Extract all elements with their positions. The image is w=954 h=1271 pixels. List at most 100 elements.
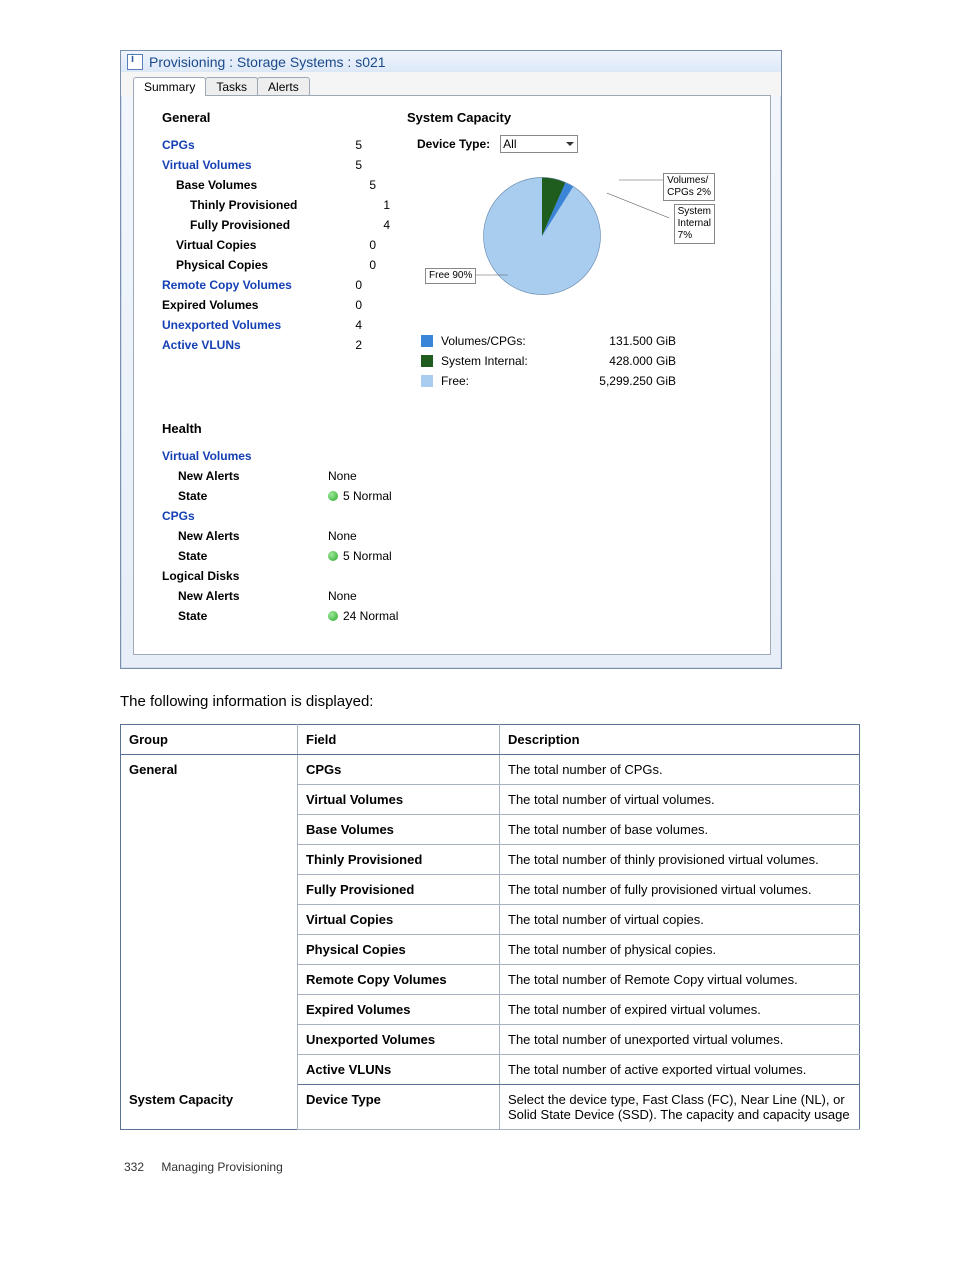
general-label-unexported-volumes[interactable]: Unexported Volumes xyxy=(162,315,332,335)
state-label: State xyxy=(162,486,328,506)
general-row-cpgs: CPGs5 xyxy=(162,135,397,155)
tabs-row: SummaryTasksAlerts xyxy=(121,72,781,96)
general-row-virtual-volumes: Virtual Volumes5 xyxy=(162,155,397,175)
legend-row-system-internal: System Internal:428.000 GiB xyxy=(421,351,750,371)
cell-desc: The total number of virtual copies. xyxy=(500,905,860,935)
cell-field: Expired Volumes xyxy=(298,995,500,1025)
cell-field: Unexported Volumes xyxy=(298,1025,500,1055)
legend-label-free: Free: xyxy=(441,371,566,391)
cell-group xyxy=(121,965,298,995)
general-label-active-vluns[interactable]: Active VLUNs xyxy=(162,335,332,355)
tab-summary[interactable]: Summary xyxy=(133,77,206,96)
cell-field: Device Type xyxy=(298,1085,500,1130)
legend-swatch-system-internal xyxy=(421,355,433,367)
capacity-heading: System Capacity xyxy=(407,110,750,125)
cell-group: General xyxy=(121,755,298,785)
cell-group xyxy=(121,875,298,905)
table-row: System CapacityDevice TypeSelect the dev… xyxy=(121,1085,860,1130)
table-row: GeneralCPGsThe total number of CPGs. xyxy=(121,755,860,785)
cell-desc: The total number of CPGs. xyxy=(500,755,860,785)
general-heading: General xyxy=(162,110,397,125)
legend-swatch-volumes-cpgs xyxy=(421,335,433,347)
titlebar: Provisioning : Storage Systems : s021 xyxy=(121,51,781,72)
general-value-cpgs: 5 xyxy=(332,135,362,155)
table-row: Remote Copy VolumesThe total number of R… xyxy=(121,965,860,995)
cell-group xyxy=(121,905,298,935)
state-label: State xyxy=(162,606,328,626)
general-label-virtual-copies: Virtual Copies xyxy=(162,235,346,255)
health-group-cpgs[interactable]: CPGs xyxy=(162,506,312,526)
cell-field: Active VLUNs xyxy=(298,1055,500,1085)
window-title: Provisioning : Storage Systems : s021 xyxy=(149,54,386,70)
general-row-fully-prov: Fully Provisioned4 xyxy=(162,215,397,235)
device-type-row: Device Type: All xyxy=(417,135,750,153)
health-state-cpgs: State5 Normal xyxy=(162,546,750,566)
general-row-physical-copies: Physical Copies0 xyxy=(162,255,397,275)
th-group: Group xyxy=(121,725,298,755)
callout-system-internal: System Internal 7% xyxy=(674,204,715,244)
health-group-virtual-volumes[interactable]: Virtual Volumes xyxy=(162,446,312,466)
health-new-alerts-logical-disks: New AlertsNone xyxy=(162,586,750,606)
cell-field: CPGs xyxy=(298,755,500,785)
app-window: Provisioning : Storage Systems : s021 Su… xyxy=(120,50,782,669)
general-label-physical-copies: Physical Copies xyxy=(162,255,346,275)
state-value: 5 Normal xyxy=(343,546,392,566)
table-row: Thinly ProvisionedThe total number of th… xyxy=(121,845,860,875)
page-section: Managing Provisioning xyxy=(161,1160,282,1174)
cell-group xyxy=(121,845,298,875)
pie-svg xyxy=(477,171,607,301)
legend-row-free: Free:5,299.250 GiB xyxy=(421,371,750,391)
general-value-physical-copies: 0 xyxy=(346,255,376,275)
general-value-remote-copy-vols: 0 xyxy=(332,275,362,295)
new-alerts-label: New Alerts xyxy=(162,526,328,546)
cell-group xyxy=(121,815,298,845)
pie-chart: Volumes/ CPGs 2% System Internal 7% Free… xyxy=(407,163,750,323)
legend-value-volumes-cpgs: 131.500 GiB xyxy=(566,331,676,351)
new-alerts-label: New Alerts xyxy=(162,466,328,486)
general-row-unexported-volumes: Unexported Volumes4 xyxy=(162,315,397,335)
state-value: 24 Normal xyxy=(343,606,398,626)
cell-desc: Select the device type, Fast Class (FC),… xyxy=(500,1085,860,1130)
general-label-thinly-prov: Thinly Provisioned xyxy=(162,195,360,215)
callout-volumes-cpgs: Volumes/ CPGs 2% xyxy=(663,173,715,201)
new-alerts-value: None xyxy=(328,526,357,546)
cell-field: Virtual Copies xyxy=(298,905,500,935)
legend-row-volumes-cpgs: Volumes/CPGs:131.500 GiB xyxy=(421,331,750,351)
table-row: Active VLUNsThe total number of active e… xyxy=(121,1055,860,1085)
tab-tasks[interactable]: Tasks xyxy=(205,77,258,96)
cell-field: Fully Provisioned xyxy=(298,875,500,905)
device-type-select[interactable]: All xyxy=(500,135,578,153)
general-label-remote-copy-vols[interactable]: Remote Copy Volumes xyxy=(162,275,332,295)
th-field: Field xyxy=(298,725,500,755)
table-row: Physical CopiesThe total number of physi… xyxy=(121,935,860,965)
table-row: Unexported VolumesThe total number of un… xyxy=(121,1025,860,1055)
general-label-fully-prov: Fully Provisioned xyxy=(162,215,360,235)
general-label-virtual-volumes[interactable]: Virtual Volumes xyxy=(162,155,332,175)
general-label-cpgs[interactable]: CPGs xyxy=(162,135,332,155)
cell-desc: The total number of thinly provisioned v… xyxy=(500,845,860,875)
caption-text: The following information is displayed: xyxy=(120,693,894,710)
table-row: Expired VolumesThe total number of expir… xyxy=(121,995,860,1025)
cell-field: Base Volumes xyxy=(298,815,500,845)
legend-value-system-internal: 428.000 GiB xyxy=(566,351,676,371)
cell-group xyxy=(121,785,298,815)
cell-group xyxy=(121,1055,298,1085)
general-row-thinly-prov: Thinly Provisioned1 xyxy=(162,195,397,215)
health-group-logical-disks: Logical Disks xyxy=(162,566,312,586)
cell-group xyxy=(121,935,298,965)
legend-label-system-internal: System Internal: xyxy=(441,351,566,371)
legend-swatch-free xyxy=(421,375,433,387)
cell-desc: The total number of virtual volumes. xyxy=(500,785,860,815)
general-row-virtual-copies: Virtual Copies0 xyxy=(162,235,397,255)
device-type-value: All xyxy=(503,137,516,151)
cell-field: Physical Copies xyxy=(298,935,500,965)
cell-desc: The total number of expired virtual volu… xyxy=(500,995,860,1025)
general-value-active-vluns: 2 xyxy=(332,335,362,355)
chevron-down-icon xyxy=(565,139,575,149)
cell-group xyxy=(121,995,298,1025)
table-row: Virtual CopiesThe total number of virtua… xyxy=(121,905,860,935)
general-row-remote-copy-vols: Remote Copy Volumes0 xyxy=(162,275,397,295)
tab-alerts[interactable]: Alerts xyxy=(257,77,310,96)
table-row: Base VolumesThe total number of base vol… xyxy=(121,815,860,845)
cell-field: Thinly Provisioned xyxy=(298,845,500,875)
